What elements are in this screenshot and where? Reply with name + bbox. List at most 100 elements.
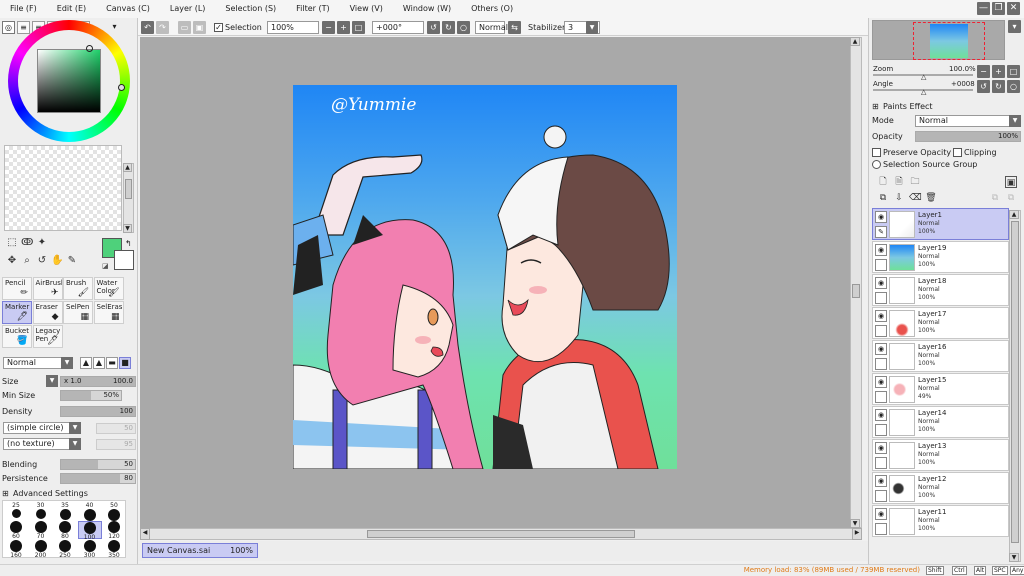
lock-icon[interactable] [875,325,887,337]
tool-eraser[interactable]: Eraser ◆ [32,301,63,324]
texture-select[interactable]: (no texture) ▼ [3,438,81,450]
canvas-horizontal-thumb[interactable] [367,530,635,538]
brush-size-preset[interactable]: 100 [77,521,102,541]
brush-size-preset[interactable]: 40 [78,502,102,521]
selection-checkbox[interactable]: ✓ [214,23,223,32]
delete-layer-icon[interactable]: 🗑 [925,192,937,204]
nav-zoom-in-icon[interactable]: + [992,65,1005,78]
new-folder-icon[interactable]: 🗀 [909,176,921,188]
lock-icon[interactable] [875,391,887,403]
layer-row[interactable]: ◉ Layer12 Normal 100% [872,472,1009,504]
layer-list-scrollbar[interactable]: ▲ ▼ [1009,210,1021,562]
menu-canvas[interactable]: Canvas (C) [96,0,160,18]
brush-shape-select[interactable]: (simple circle) ▼ [3,422,81,434]
menu-file[interactable]: File (F) [0,0,47,18]
layer-row[interactable]: ◉ Layer13 Normal 100% [872,439,1009,471]
scroll-left-icon[interactable]: ◀ [140,528,150,540]
layer-row[interactable]: ◉ Layer15 Normal 49% [872,373,1009,405]
selection-source-radio[interactable] [872,160,881,169]
eye-icon[interactable]: ◉ [875,310,887,322]
layer-row[interactable]: ◉ Layer11 Normal 100% [872,505,1009,537]
document-tab[interactable]: New Canvas.sai 100% [142,543,258,558]
eye-icon[interactable]: ◉ [875,244,887,256]
preserve-opacity-checkbox[interactable] [872,148,881,157]
redo-icon[interactable]: ↷ [156,21,169,34]
selection-toggle[interactable]: ✓ Selection [214,21,262,34]
brush-mode-select[interactable]: Normal ▼ [3,357,73,369]
tool-legacypen[interactable]: Legacy Pen 🖊 [32,325,63,348]
layer-opacity-slider[interactable]: 100% [915,131,1021,142]
nav-rotate-cw-icon[interactable]: ↻ [992,80,1005,93]
edge-hard-icon[interactable]: ▲ [80,357,92,369]
hue-picker-marker[interactable] [118,84,125,91]
brush-size-preset[interactable]: 200 [29,540,53,559]
stabilizer-dropdown-icon[interactable]: ▼ [586,21,598,34]
magic-wand-icon[interactable]: ✦ [36,237,48,249]
color-wheel-tab-icon[interactable]: ◎ [2,20,15,34]
zoom-in-icon[interactable]: + [337,21,350,34]
zoom-reset-icon[interactable]: □ [352,21,365,34]
selection-source-toggle[interactable]: Selection Source [871,159,1021,171]
menu-filter[interactable]: Filter (T) [286,0,339,18]
edge-medium-icon[interactable]: ▲ [93,357,105,369]
blending-slider[interactable]: 50 [60,459,136,470]
tool-watercolor[interactable]: Water Color 🖌 [93,277,124,300]
zoom-field[interactable]: 100% [267,21,319,34]
lock-icon[interactable] [875,259,887,271]
layer-mode-select[interactable]: Normal ▼ [915,115,1021,127]
nav-rotate-reset-icon[interactable]: ○ [1007,80,1020,93]
edge-soft-icon[interactable]: ▬ [106,357,118,369]
persistence-slider[interactable]: 80 [60,473,136,484]
copy-layer-icon[interactable]: ⧉ [877,192,889,204]
menu-window[interactable]: Window (W) [393,0,461,18]
scroll-down-icon[interactable]: ▼ [1009,553,1019,562]
eye-icon[interactable]: ◉ [875,211,887,223]
saturation-value-square[interactable] [37,49,101,113]
flip-horizontal-icon[interactable]: ⇆ [508,21,521,34]
menu-others[interactable]: Others (O) [461,0,523,18]
scratchpad-canvas[interactable] [4,145,122,231]
layer-row[interactable]: ◉ Layer19 Normal 100% [872,241,1009,273]
undo-icon[interactable]: ↶ [141,21,154,34]
panel-collapse-icon[interactable]: ▾ [108,21,121,34]
eye-icon[interactable]: ◉ [875,376,887,388]
rotate-cw-icon[interactable]: ↻ [442,21,455,34]
brush-size-preset[interactable]: 70 [29,521,53,540]
tool-brush[interactable]: Brush 🖌 [63,277,93,300]
eye-icon[interactable]: ◉ [875,508,887,520]
preserve-opacity-toggle[interactable]: Preserve Opacity [872,147,951,159]
lock-icon[interactable] [875,292,887,304]
nav-angle-handle-icon[interactable]: △ [921,86,926,98]
artwork-canvas[interactable]: @Yummie [293,85,677,469]
blend-mode-field[interactable]: Normal [475,21,508,34]
close-button[interactable]: ✕ [1007,2,1020,15]
canvas-vertical-scrollbar[interactable]: ▲ ▼ [850,37,862,528]
layer-row[interactable]: ◉ ✎ Layer1 Normal 100% [872,208,1009,240]
lock-icon[interactable] [875,523,887,535]
advanced-settings-toggle[interactable]: ⊞ Advanced Settings [2,487,134,500]
navigator-preview[interactable] [872,20,1005,60]
size-multiplier-dropdown[interactable]: ▼ [46,375,58,387]
menu-selection[interactable]: Selection (S) [215,0,286,18]
restore-button[interactable]: ❐ [992,2,1005,15]
canvas-viewport[interactable]: @Yummie [140,37,853,528]
lasso-icon[interactable]: ↂ [21,237,33,249]
brush-size-preset[interactable]: 80 [53,521,77,540]
eyedropper-icon[interactable]: ✎ [66,255,78,267]
tool-seleras[interactable]: SelEras ▦ [93,301,124,324]
new-vector-layer-icon[interactable]: 🗎 [893,176,905,188]
lock-icon[interactable] [875,358,887,370]
zoom-icon[interactable]: ⌕ [21,255,33,267]
rotate-icon[interactable]: ↺ [36,255,48,267]
brush-size-preset[interactable]: 25 [4,502,28,520]
scratchpad-scroll-thumb[interactable] [125,179,132,199]
deselect-icon[interactable]: ▭ [178,21,191,34]
scroll-up-icon[interactable]: ▲ [1009,210,1019,219]
tool-pencil[interactable]: Pencil ✏ [2,277,32,300]
lock-icon[interactable] [875,490,887,502]
background-color-swatch[interactable] [114,250,134,270]
brush-size-preset[interactable]: 160 [4,540,28,559]
brush-icon[interactable]: ✎ [875,226,887,238]
navigator-menu-icon[interactable]: ▾ [1008,20,1021,33]
menu-layer[interactable]: Layer (L) [160,0,216,18]
